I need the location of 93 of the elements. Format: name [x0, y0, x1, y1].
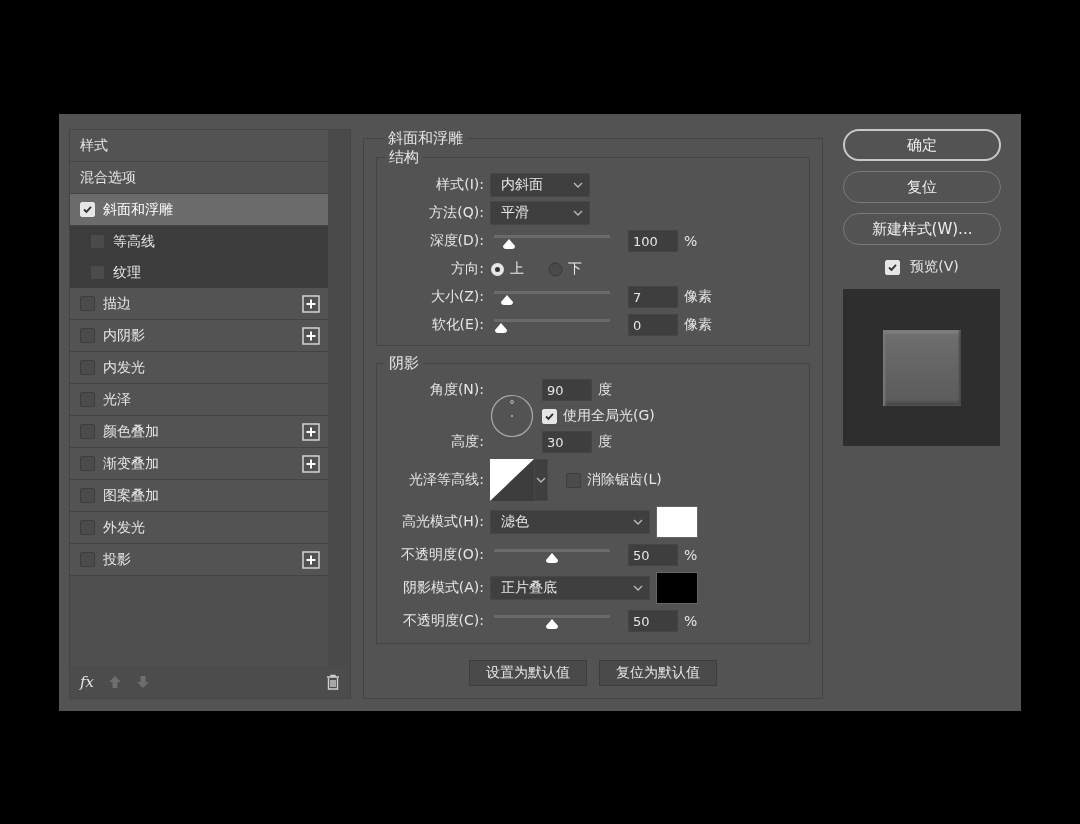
style-list-item[interactable]: 纹理: [70, 257, 328, 288]
unit-label: %: [684, 612, 698, 629]
default-button[interactable]: 设置为默认值: [469, 660, 587, 686]
style-list-item[interactable]: 斜面和浮雕: [70, 194, 328, 226]
field-label: 不透明度(C):: [401, 611, 484, 630]
add-icon[interactable]: [302, 550, 320, 569]
slider-thumb[interactable]: [545, 551, 559, 564]
style-list-item[interactable]: 投影: [70, 544, 328, 576]
effect-label: 外发光: [103, 518, 146, 537]
value-field[interactable]: 100: [628, 230, 678, 252]
chevron-icon: [536, 477, 546, 483]
effect-label: 颜色叠加: [103, 422, 160, 441]
effect-label: 内发光: [103, 358, 146, 377]
style-list-item[interactable]: 混合选项: [70, 162, 328, 194]
radio-button[interactable]: [548, 261, 563, 277]
unit-label: 度: [598, 381, 612, 399]
trash-icon[interactable]: [326, 674, 340, 690]
contour-preview[interactable]: [490, 459, 534, 501]
default-button[interactable]: 复位为默认值: [599, 660, 717, 686]
technique-dropdown[interactable]: 平滑: [490, 201, 590, 225]
field-label: 阴影模式(A):: [401, 578, 484, 597]
field-label: 不透明度(O):: [400, 545, 484, 564]
style-list-item[interactable]: 内发光: [70, 352, 328, 384]
add-icon[interactable]: [302, 422, 320, 441]
field-label: 光泽等高线:: [408, 471, 484, 489]
value-field[interactable]: 90: [542, 379, 592, 401]
chevron-icon: [633, 518, 643, 525]
chevron-icon: [573, 210, 583, 216]
field-label: 软化(E):: [430, 316, 484, 334]
style-list-item[interactable]: 光泽: [70, 384, 328, 416]
add-icon[interactable]: [302, 454, 320, 473]
slider-thumb[interactable]: [500, 294, 515, 306]
effect-label: 描边: [103, 294, 132, 313]
field-label: 方向:: [450, 260, 484, 278]
add-icon[interactable]: [302, 326, 320, 345]
style-dropdown[interactable]: 内斜面: [490, 173, 590, 197]
style-list-item[interactable]: 外发光: [70, 512, 328, 544]
style-list-item[interactable]: 等高线: [70, 226, 328, 257]
value-field[interactable]: 7: [628, 286, 678, 308]
style-list-item[interactable]: 颜色叠加: [70, 416, 328, 448]
effect-label: 斜面和浮雕: [103, 200, 174, 219]
radio-label: 下: [568, 260, 582, 278]
effect-label: 光泽: [103, 390, 132, 409]
panel-header: 样式: [70, 130, 328, 162]
chevron-icon: [573, 182, 583, 188]
effect-label: 纹理: [113, 263, 142, 282]
group-title: 斜面和浮雕: [387, 129, 464, 148]
blend-mode-dropdown[interactable]: 滤色: [490, 509, 650, 534]
group-title: 结构: [388, 148, 420, 167]
value-field[interactable]: 0: [628, 314, 678, 336]
field-label: 大小(Z):: [429, 288, 484, 306]
checkbox-label: 预览(V): [910, 258, 959, 276]
unit-label: %: [684, 233, 698, 249]
action-button[interactable]: 新建样式(W)...: [843, 213, 1001, 245]
style-list-item[interactable]: 描边: [70, 288, 328, 320]
unit-label: %: [684, 546, 698, 563]
fx-button[interactable]: fx: [80, 673, 94, 691]
value-field[interactable]: 50: [628, 609, 678, 632]
field-label: 角度(N):: [428, 381, 484, 399]
effect-label: 投影: [103, 550, 132, 569]
add-icon[interactable]: [302, 294, 320, 313]
slider-thumb[interactable]: [545, 617, 559, 630]
effect-label: 渐变叠加: [103, 454, 160, 473]
slider-thumb[interactable]: [494, 322, 508, 334]
color-swatch[interactable]: [656, 505, 698, 538]
chevron-icon: [633, 584, 643, 591]
group-title: 阴影: [388, 354, 420, 373]
blend-mode-dropdown[interactable]: 正片叠底: [490, 575, 650, 600]
checkbox-label: 消除锯齿(L): [587, 471, 662, 489]
value-field[interactable]: 50: [628, 543, 678, 566]
field-label: 高度:: [450, 433, 484, 451]
style-list-item[interactable]: 内阴影: [70, 320, 328, 352]
effect-label: 等高线: [113, 232, 156, 251]
action-button[interactable]: 复位: [843, 171, 1001, 203]
radio-button[interactable]: [490, 261, 505, 277]
effect-label: 内阴影: [103, 326, 146, 345]
unit-label: 度: [598, 433, 612, 451]
angle-dial[interactable]: [490, 394, 534, 438]
style-list-item[interactable]: 渐变叠加: [70, 448, 328, 480]
style-list-item[interactable]: 图案叠加: [70, 480, 328, 512]
checkbox-label: 使用全局光(G): [563, 407, 655, 425]
unit-label: 像素: [684, 316, 712, 334]
field-label: 方法(Q):: [428, 204, 484, 222]
field-label: 样式(I):: [435, 176, 484, 194]
value-field[interactable]: 30: [542, 431, 592, 453]
unit-label: 像素: [684, 288, 712, 306]
effect-label: 图案叠加: [103, 486, 160, 505]
color-swatch[interactable]: [656, 571, 698, 604]
field-label: 高光模式(H):: [400, 512, 484, 531]
action-button[interactable]: 确定: [843, 129, 1001, 161]
slider-thumb[interactable]: [502, 238, 517, 250]
radio-label: 上: [510, 260, 524, 278]
field-label: 深度(D):: [428, 232, 484, 250]
